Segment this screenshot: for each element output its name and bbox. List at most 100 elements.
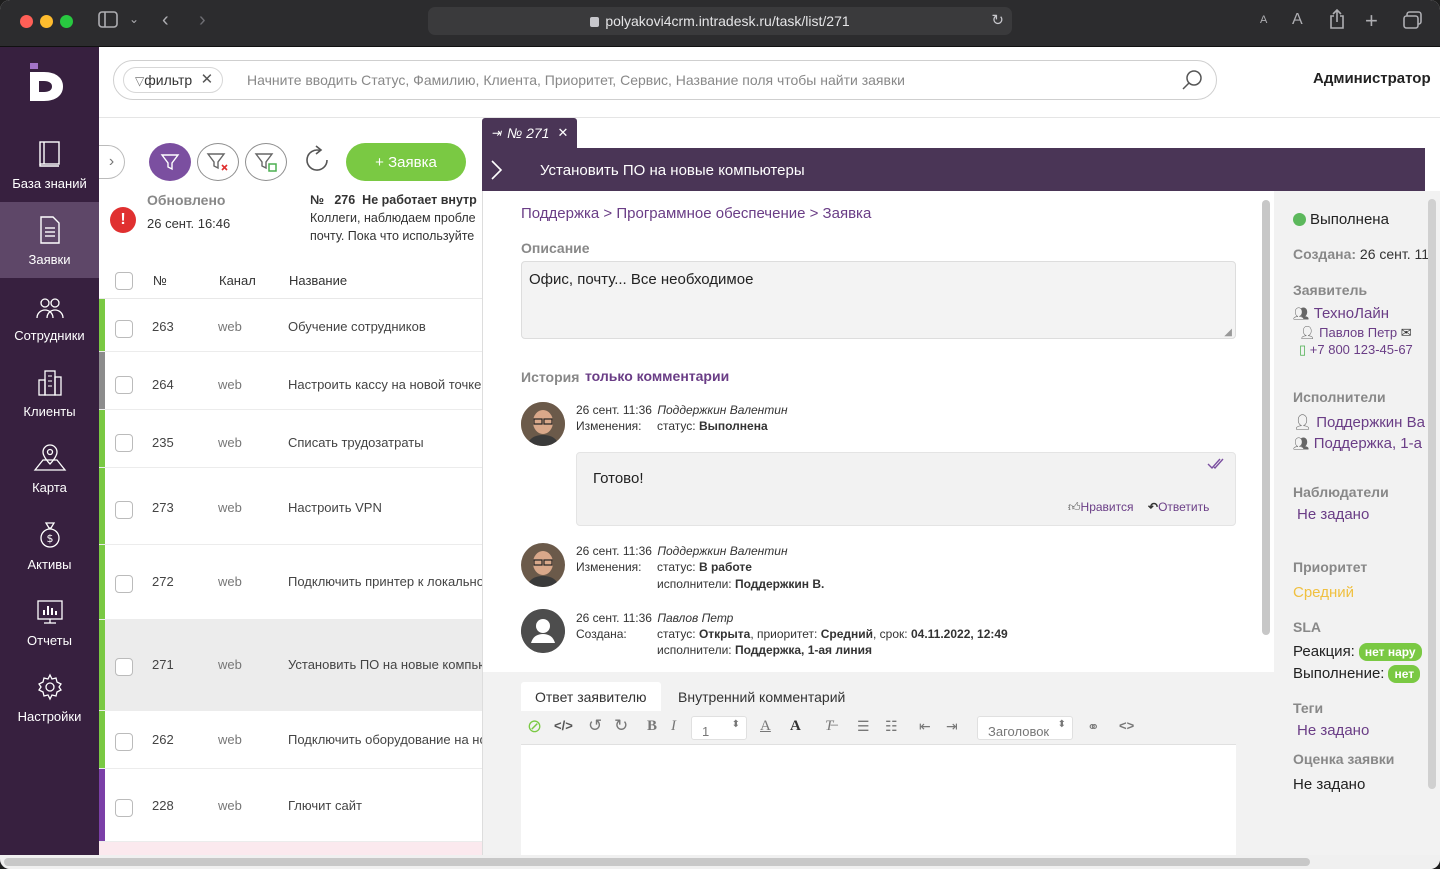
filter-chip[interactable]: ▽фильтр ✕ (123, 67, 224, 93)
table-row[interactable]: 264 web Настроить кассу на новой точке (99, 352, 482, 410)
row-checkbox[interactable] (115, 501, 133, 519)
task-tab[interactable]: ⇥ № 271 ✕ (482, 118, 577, 148)
refresh-icon[interactable] (303, 143, 333, 182)
scrollbar-thumb[interactable] (4, 858, 1310, 866)
row-checkbox[interactable] (115, 799, 133, 817)
rating-value[interactable]: Не задано (1293, 776, 1365, 793)
tab-internal-comment[interactable]: Внутренний комментарий (664, 682, 859, 711)
html-icon[interactable]: <> (1119, 718, 1134, 733)
horizontal-scrollbar[interactable] (0, 855, 1440, 869)
row-checkbox[interactable] (115, 658, 133, 676)
reload-icon[interactable]: ↻ (991, 11, 1004, 29)
link-icon[interactable]: ⚭ (1087, 718, 1100, 736)
user-name[interactable]: Администратор (1313, 70, 1431, 87)
executor-item[interactable]: 👥︎ Поддержка, 1-а (1293, 435, 1422, 452)
italic-icon[interactable]: I (671, 718, 676, 735)
table-row-selected[interactable]: 271 web Установить ПО на новые компьютер… (99, 620, 482, 711)
requester-org[interactable]: 👥︎ ТехноЛайн (1293, 305, 1389, 322)
text-color-icon[interactable]: A (760, 718, 771, 735)
filter-button[interactable] (149, 143, 191, 181)
table-row[interactable]: 273 web Настроить VPN (99, 468, 482, 545)
latest-task-preview[interactable]: № 276 Не работает внутр Коллеги, наблюда… (310, 191, 482, 245)
font-size-select[interactable]: 1 ⬍ (691, 716, 747, 740)
minimize-window-button[interactable] (40, 15, 53, 28)
tags-value[interactable]: Не задано (1297, 722, 1369, 739)
table-row[interactable]: 228 web Глючит сайт (99, 769, 482, 842)
sidebar-item-employees[interactable]: Сотрудники (0, 278, 99, 354)
undo-icon[interactable]: ↺ (588, 716, 602, 736)
requester-person[interactable]: 👤︎ Павлов Петр ✉ (1299, 325, 1412, 341)
sidebar-item-clients[interactable]: Клиенты (0, 354, 99, 430)
clear-filter-button[interactable] (197, 143, 239, 181)
search-icon[interactable] (1180, 68, 1204, 97)
priority-value[interactable]: Средний (1293, 584, 1354, 601)
table-row[interactable]: 263 web Обучение сотрудников (99, 299, 482, 352)
row-checkbox[interactable] (115, 733, 133, 751)
column-header-channel[interactable]: Канал (219, 273, 256, 288)
zoom-window-button[interactable] (60, 15, 73, 28)
new-tab-icon[interactable]: + (1365, 8, 1378, 34)
properties-scrollbar[interactable] (1428, 199, 1436, 789)
reply-button[interactable]: ↶Ответить (1148, 500, 1209, 514)
row-checkbox[interactable] (115, 376, 133, 394)
table-row[interactable]: 262 web Подключить оборудование на новой (99, 711, 482, 769)
sidebar-item-map[interactable]: Карта (0, 430, 99, 506)
close-icon[interactable]: ✕ (201, 68, 214, 92)
table-row[interactable]: 235 web Списать трудозатраты (99, 410, 482, 468)
row-checkbox[interactable] (115, 575, 133, 593)
breadcrumb[interactable]: Поддержка > Программное обеспечение > За… (521, 205, 871, 222)
app-logo-icon[interactable] (28, 63, 68, 101)
sidebar-toggle-icon[interactable] (98, 11, 118, 33)
redo-icon[interactable]: ↻ (614, 716, 628, 736)
text-larger-icon[interactable]: A (1292, 11, 1303, 29)
back-icon[interactable]: ‹ (162, 9, 169, 32)
sidebar-item-assets[interactable]: $ Активы (0, 507, 99, 583)
attach-icon[interactable]: ⊘ (527, 716, 542, 737)
address-bar[interactable]: polyakovi4crm.intradesk.ru/task/list/271… (428, 7, 1012, 35)
new-task-button[interactable]: + Заявка (346, 143, 466, 181)
email-icon[interactable]: ✉ (1401, 325, 1412, 340)
reply-editor[interactable] (521, 745, 1236, 855)
text-smaller-icon[interactable]: A (1260, 14, 1267, 26)
description-field[interactable]: Офис, почту... Все необходимое ◢ (521, 261, 1236, 339)
highlight-icon[interactable]: A (790, 718, 801, 735)
sidebar-item-settings[interactable]: Настройки (0, 659, 99, 735)
share-icon[interactable] (1329, 8, 1345, 34)
requester-phone[interactable]: ▯ +7 800 123-45-67 (1299, 342, 1413, 358)
close-window-button[interactable] (20, 15, 33, 28)
table-row[interactable]: 272 web Подключить принтер к локальной (99, 545, 482, 620)
history-filter-link[interactable]: только комментарии (585, 368, 729, 384)
clear-format-icon[interactable]: T̶ (825, 718, 833, 735)
code-view-icon[interactable]: </> (554, 718, 573, 733)
expand-chevron-icon[interactable]: › (99, 145, 125, 179)
tabs-overview-icon[interactable] (1403, 11, 1422, 34)
close-icon[interactable]: ✕ (557, 125, 568, 141)
column-header-num[interactable]: № (153, 273, 167, 288)
sidebar-item-knowledge-base[interactable]: База знаний (0, 126, 99, 202)
watchers-value[interactable]: Не задано (1297, 506, 1369, 523)
status-value[interactable]: Выполнена (1310, 211, 1389, 228)
like-button[interactable]: 👍︎Нравится (1068, 500, 1134, 515)
tab-reply-requester[interactable]: Ответ заявителю (521, 682, 661, 711)
bold-icon[interactable]: B (647, 718, 657, 735)
sidebar-item-reports[interactable]: Отчеты (0, 583, 99, 659)
row-checkbox[interactable] (115, 434, 133, 452)
detail-scrollbar[interactable] (1262, 200, 1270, 635)
column-header-title[interactable]: Название (289, 273, 347, 288)
executor-item[interactable]: 👤︎ Поддержкин Ва (1293, 413, 1425, 431)
indent-icon[interactable]: ⇥ (946, 718, 958, 735)
resize-handle-icon[interactable]: ◢ (1224, 327, 1232, 338)
forward-icon[interactable]: › (199, 9, 206, 32)
chevron-down-icon[interactable]: ⌄ (129, 12, 139, 26)
save-filter-button[interactable] (245, 143, 287, 181)
search-input[interactable]: Начните вводить Статус, Фамилию, Клиента… (247, 72, 905, 88)
row-checkbox[interactable] (115, 320, 133, 338)
select-all-checkbox[interactable] (115, 272, 133, 290)
collapse-chevron-icon[interactable] (490, 159, 504, 181)
outdent-icon[interactable]: ⇤ (919, 718, 931, 735)
numbered-list-icon[interactable]: ☷ (885, 718, 898, 735)
heading-select[interactable]: Заголовок ⬍ (977, 716, 1073, 740)
bullet-list-icon[interactable]: ☰ (857, 718, 870, 735)
sidebar-item-tasks[interactable]: Заявки (0, 202, 99, 278)
search-box[interactable]: ▽фильтр ✕ Начните вводить Статус, Фамили… (113, 60, 1217, 100)
